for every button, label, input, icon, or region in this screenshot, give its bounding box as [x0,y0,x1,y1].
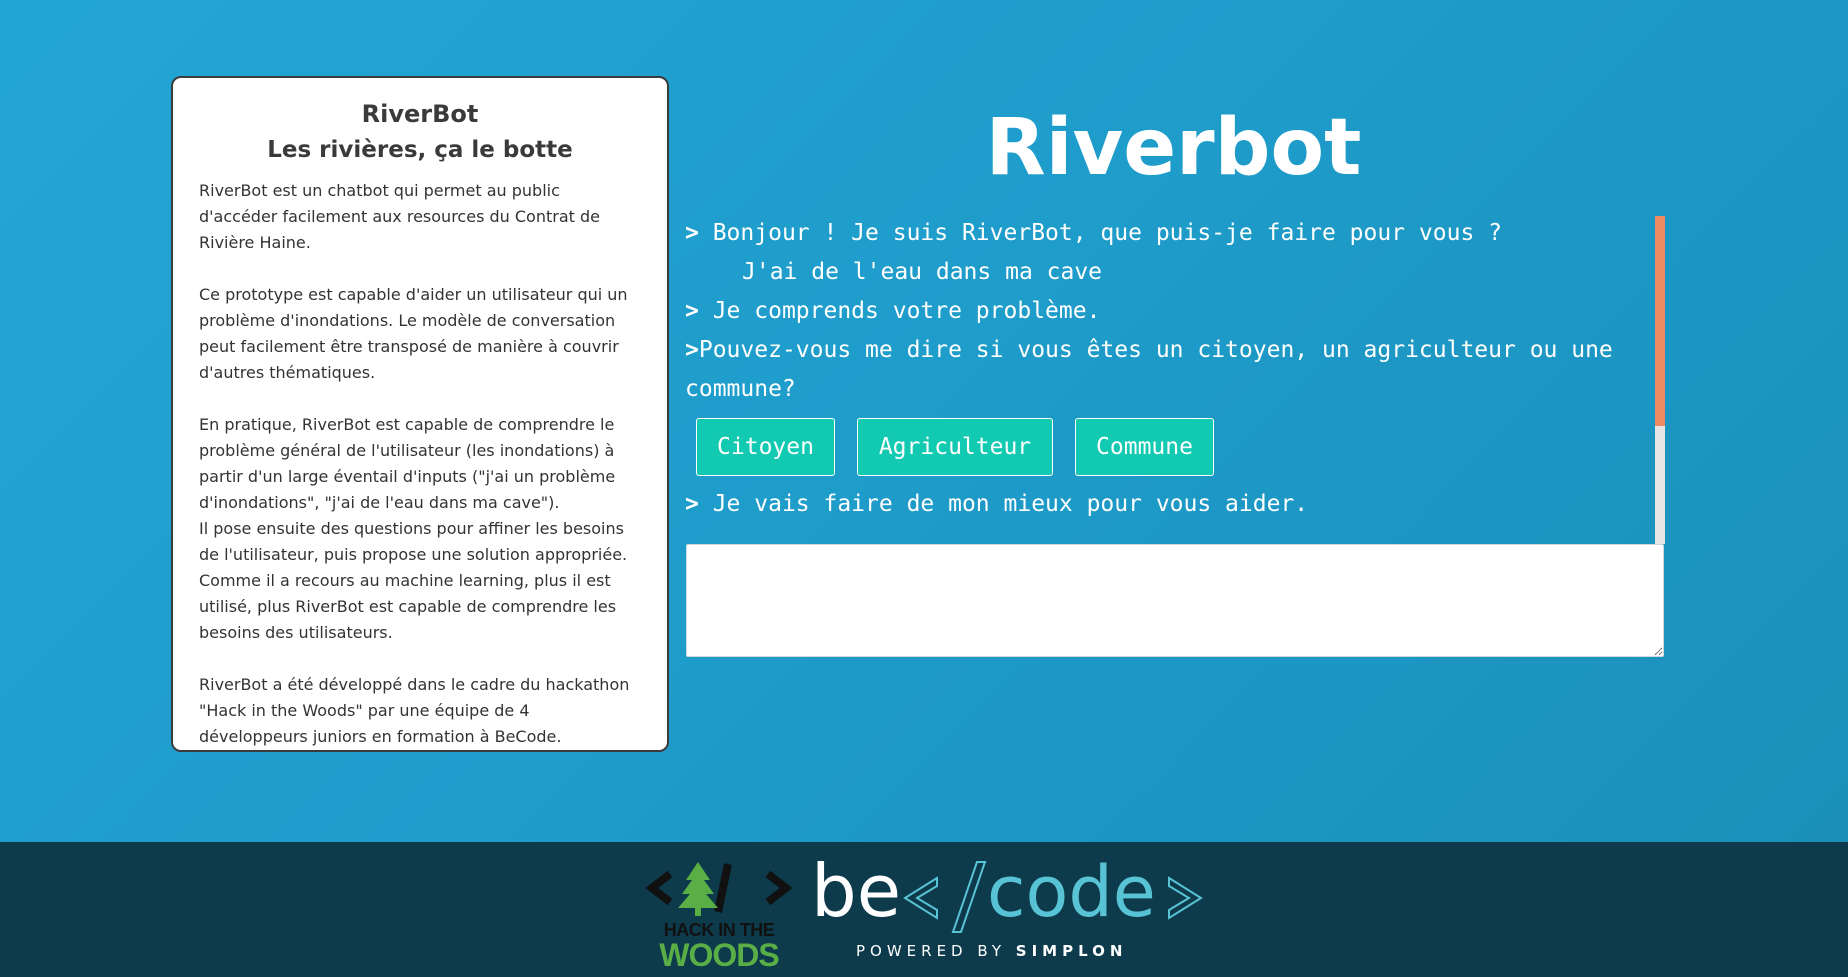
scrollbar-thumb[interactable] [1655,216,1665,426]
hack-in-the-woods-logo: HACK IN THE WOODS [645,856,793,972]
info-subtitle: Les rivières, ça le botte [267,137,573,163]
agriculteur-button[interactable]: Agriculteur [857,418,1053,476]
info-title: RiverBot [361,100,479,128]
prompt-glyph: > [685,491,699,517]
prompt-glyph: > [685,298,699,324]
bot-message-text: Bonjour ! Je suis RiverBot, que puis-je … [698,220,1502,246]
powered-by-label: POWERED BY [856,942,1007,960]
becode-logo: be code [811,849,1203,933]
chat-scrollbar[interactable] [1655,216,1665,544]
commune-button[interactable]: Commune [1075,418,1214,476]
code-tree-icon [645,862,793,916]
bot-question: >Pouvez-vous me dire si vous êtes un cit… [685,331,1662,409]
simplon-brand: SIMPLON [1015,942,1128,960]
choice-buttons: Citoyen Agriculteur Commune [685,409,1662,485]
bot-message: > Je vais faire de mon mieux pour vous a… [685,485,1662,524]
app-title: Riverbot [985,103,1362,193]
citoyen-button[interactable]: Citoyen [696,418,835,476]
info-card: RiverBot Les rivières, ça le botte River… [171,76,669,752]
info-paragraph-practice: En pratique, RiverBot est capable de com… [199,415,616,512]
info-paragraph-prototype: Ce prototype est capable d'aider un util… [199,285,628,382]
bot-message: > Je comprends votre problème. [685,292,1662,331]
footer: HACK IN THE WOODS be code POWERED BY SIM… [0,842,1848,977]
chat-log[interactable]: > Bonjour ! Je suis RiverBot, que puis-j… [685,214,1662,544]
bot-question-text: Pouvez-vous me dire si vous êtes un cito… [685,337,1627,402]
becode-be-text: be [811,849,901,933]
becode-code-text: code [987,851,1156,933]
prompt-glyph: > [685,220,699,246]
bot-message-text: Je comprends votre problème. [698,298,1101,324]
bot-message-text: Je vais faire de mon mieux pour vous aid… [698,491,1309,517]
prompt-glyph: > [685,337,699,363]
message-input[interactable] [686,544,1664,657]
user-message: J'ai de l'eau dans ma cave [742,259,1103,285]
info-paragraph-machine-learning: Il pose ensuite des questions pour affin… [199,519,628,642]
info-paragraph-hackathon: RiverBot a été développé dans le cadre d… [199,675,630,746]
info-paragraph-intro: RiverBot est un chatbot qui permet au pu… [199,181,600,252]
woods-logo-text: WOODS [659,937,779,973]
powered-by-simplon: POWERED BY SIMPLON [856,942,1166,960]
bot-message: > Bonjour ! Je suis RiverBot, que puis-j… [685,214,1662,253]
